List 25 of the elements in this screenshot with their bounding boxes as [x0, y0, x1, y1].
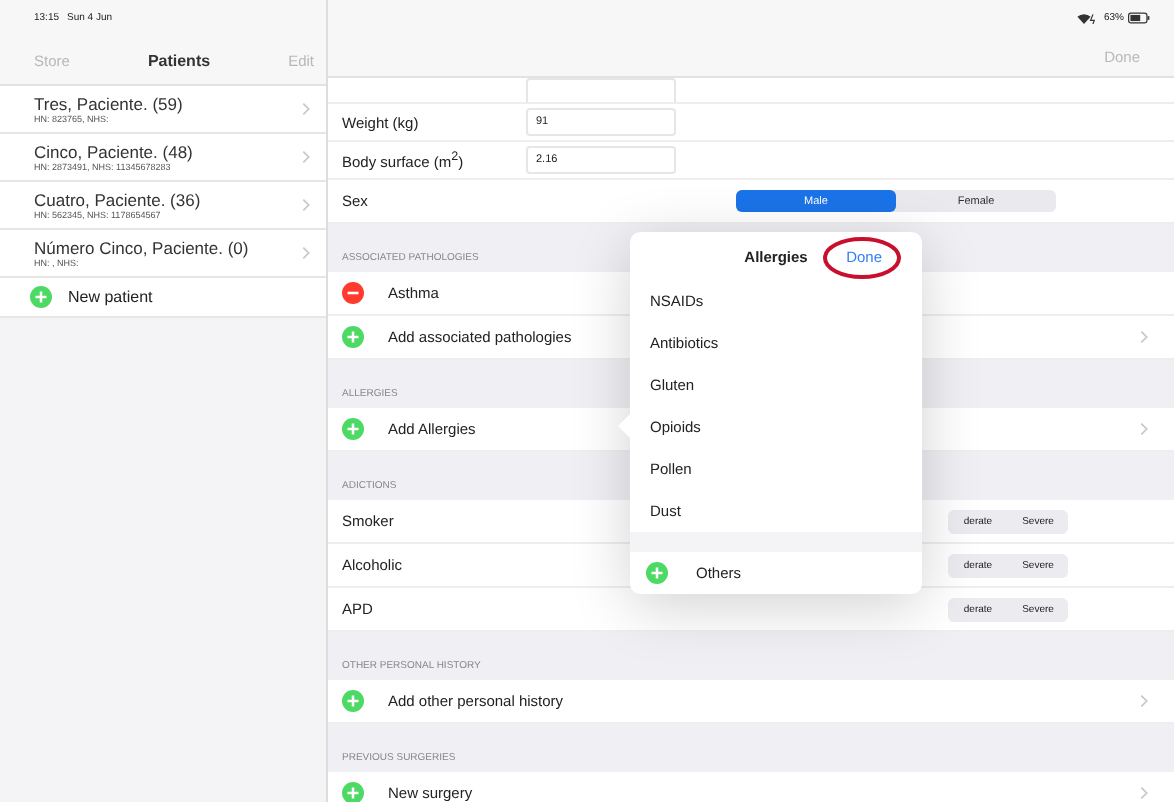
chevron-icon — [1140, 330, 1148, 344]
add-icon[interactable] — [342, 782, 364, 802]
sidebar-title: Patients — [147, 51, 211, 69]
remove-icon[interactable] — [342, 282, 364, 304]
add-icon — [30, 286, 52, 308]
chevron-icon — [302, 102, 310, 116]
battery-icon — [1128, 12, 1150, 24]
chevron-icon — [302, 198, 310, 212]
chevron-icon — [302, 150, 310, 164]
status-icons — [1073, 12, 1100, 24]
patient-name: Número Cinco, Paciente. (0) — [34, 238, 249, 258]
add-icon[interactable] — [342, 326, 364, 348]
add-icon[interactable] — [342, 418, 364, 440]
chevron-icon — [1140, 786, 1148, 800]
chevron-icon — [1140, 694, 1148, 708]
circle-annotation — [822, 236, 902, 280]
patient-name: Tres, Paciente. (59) — [34, 94, 183, 114]
chevron-icon — [1140, 422, 1148, 436]
chevron-icon — [302, 246, 310, 260]
patient-name: Cuatro, Paciente. (36) — [34, 190, 201, 210]
add-icon — [646, 562, 668, 584]
new-patient-label: New patient — [68, 288, 153, 306]
new-patient-item[interactable]: New patient — [0, 278, 326, 318]
add-icon[interactable] — [342, 690, 364, 712]
patient-name: Cinco, Paciente. (48) — [34, 142, 193, 162]
